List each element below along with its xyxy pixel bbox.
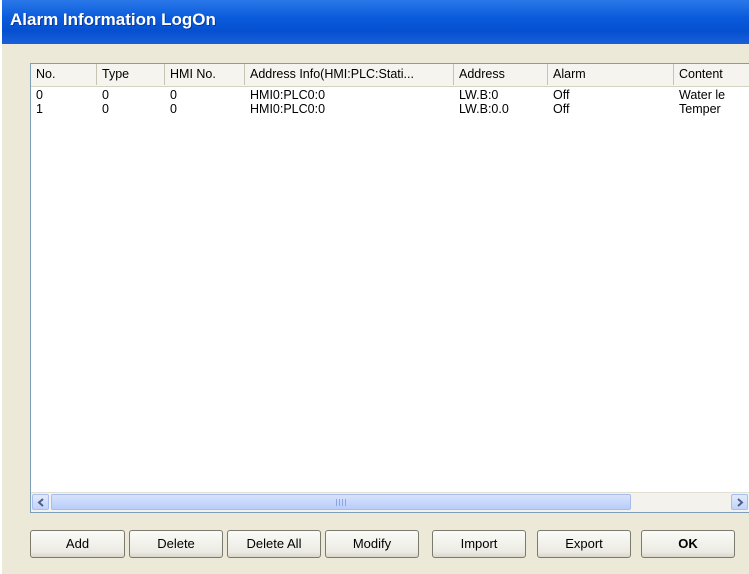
list-header: No. Type HMI No. Address Info(HMI:PLC:St… bbox=[31, 64, 749, 87]
cell-type: 0 bbox=[102, 88, 109, 102]
cell-hmi-no: 0 bbox=[170, 102, 177, 116]
ok-button[interactable]: OK bbox=[641, 530, 735, 558]
column-header-address-info[interactable]: Address Info(HMI:PLC:Stati... bbox=[245, 64, 454, 85]
export-button[interactable]: Export bbox=[537, 530, 631, 558]
alarm-info-dialog: Alarm Information LogOn No. Type HMI No.… bbox=[2, 0, 749, 574]
cell-content: Temper bbox=[679, 102, 721, 116]
column-header-type[interactable]: Type bbox=[97, 64, 165, 85]
cell-content: Water le bbox=[679, 88, 726, 102]
delete-all-button[interactable]: Delete All bbox=[227, 530, 321, 558]
table-row[interactable]: 1 0 0 HMI0:PLC0:0 LW.B:0.0 Off Temper bbox=[31, 102, 749, 116]
cell-address: LW.B:0.0 bbox=[459, 102, 509, 116]
alarm-list[interactable]: No. Type HMI No. Address Info(HMI:PLC:St… bbox=[30, 63, 749, 513]
cell-alarm: Off bbox=[553, 88, 570, 102]
window-title: Alarm Information LogOn bbox=[10, 10, 216, 29]
delete-button[interactable]: Delete bbox=[129, 530, 223, 558]
add-button[interactable]: Add bbox=[30, 530, 125, 558]
column-header-alarm[interactable]: Alarm bbox=[548, 64, 674, 85]
cell-type: 0 bbox=[102, 102, 109, 116]
scroll-left-button[interactable] bbox=[32, 494, 49, 510]
title-bar[interactable]: Alarm Information LogOn bbox=[2, 0, 749, 44]
cell-hmi-no: 0 bbox=[170, 88, 177, 102]
chevron-right-icon bbox=[737, 498, 744, 507]
horizontal-scrollbar[interactable] bbox=[31, 492, 749, 512]
chevron-left-icon bbox=[37, 498, 44, 507]
cell-no: 0 bbox=[36, 88, 43, 102]
column-header-no[interactable]: No. bbox=[31, 64, 97, 85]
cell-no: 1 bbox=[36, 102, 43, 116]
column-header-hmi-no[interactable]: HMI No. bbox=[165, 64, 245, 85]
cell-address-info: HMI0:PLC0:0 bbox=[250, 102, 326, 116]
cell-address: LW.B:0 bbox=[459, 88, 499, 102]
cell-address-info: HMI0:PLC0:0 bbox=[250, 88, 326, 102]
scroll-right-button[interactable] bbox=[731, 494, 748, 510]
import-button[interactable]: Import bbox=[432, 530, 526, 558]
scroll-thumb[interactable] bbox=[51, 494, 631, 510]
column-header-address[interactable]: Address bbox=[454, 64, 548, 85]
grip-icon bbox=[336, 499, 348, 506]
cell-alarm: Off bbox=[553, 102, 570, 116]
column-header-content[interactable]: Content bbox=[674, 64, 749, 85]
modify-button[interactable]: Modify bbox=[325, 530, 419, 558]
table-row[interactable]: 0 0 0 HMI0:PLC0:0 LW.B:0 Off Water le bbox=[31, 88, 749, 102]
